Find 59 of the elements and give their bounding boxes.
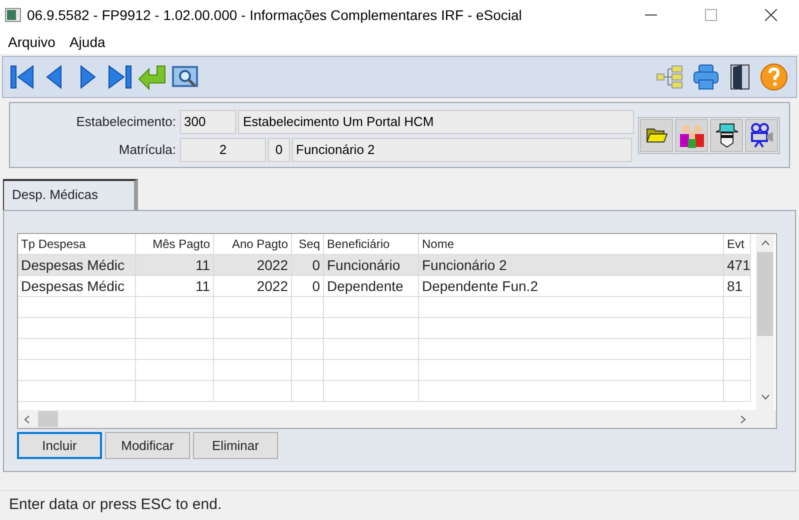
column-header: Seq (292, 234, 324, 254)
help-icon[interactable] (760, 63, 788, 91)
table-cell: 471 (724, 255, 751, 275)
field-label: Matrícula: (118, 140, 177, 159)
digit-field[interactable]: 0 (268, 138, 290, 162)
window-title: 06.9.5582 - FP9912 - 1.02.00.000 - Informações Complementares IRF - eSocial (27, 6, 522, 25)
name-field[interactable]: Estabelecimento Um Portal HCM (238, 110, 634, 134)
table-cell: Dependente Fun.2 (419, 276, 724, 296)
movie-camera-icon (748, 122, 774, 148)
camera-button[interactable] (745, 118, 778, 152)
menu-item[interactable]: Ajuda (69, 32, 106, 52)
tree-icon[interactable] (656, 65, 684, 89)
return-arrow-icon[interactable] (137, 63, 167, 91)
registration-field[interactable]: 2 (180, 138, 266, 162)
column-header: Nome (419, 234, 724, 254)
table-cell: Dependente (324, 276, 419, 296)
code-field[interactable]: 300 (180, 110, 236, 134)
scroll-up-icon[interactable] (760, 240, 770, 246)
table-cell: 11 (136, 255, 214, 275)
people-button[interactable] (675, 118, 708, 152)
scroll-thumb[interactable] (757, 252, 773, 336)
horizontal-scrollbar[interactable] (18, 410, 776, 428)
column-header: Tp Despesa (18, 234, 136, 254)
table-cell: Funcionário 2 (419, 255, 724, 275)
scroll-left-icon[interactable] (24, 414, 30, 424)
close-icon[interactable] (765, 9, 777, 21)
door-icon[interactable] (728, 63, 752, 91)
table-row[interactable]: Despesas Médic 11 2022 0 Dependente Dependente Fun.2 81 (18, 276, 751, 297)
table-cell: Despesas Médic (18, 276, 136, 296)
action-button[interactable]: Eliminar (193, 432, 278, 459)
table-row[interactable]: Despesas Médic 11 2022 0 Funcionário Funcionário 2 471 (18, 255, 751, 276)
table-cell: 0 (292, 276, 324, 296)
table-cell: 2022 (214, 276, 292, 296)
column-header: Ano Pagto (214, 234, 292, 254)
printer-icon[interactable] (692, 63, 720, 91)
scroll-down-icon[interactable] (760, 394, 770, 400)
agent-button[interactable] (710, 118, 743, 152)
tab[interactable]: Desp. Médicas (3, 179, 138, 210)
field-label: Estabelecimento: (75, 112, 177, 131)
name-field[interactable]: Funcionário 2 (292, 138, 632, 162)
action-button[interactable]: Incluir (17, 432, 102, 459)
vertical-scrollbar[interactable] (756, 234, 774, 410)
table-cell: 0 (292, 255, 324, 275)
table-cell: 11 (136, 276, 214, 296)
action-button[interactable]: Modificar (105, 432, 190, 459)
table-cell: Despesas Médic (18, 255, 136, 275)
table-cell: Funcionário (324, 255, 419, 275)
scroll-thumb[interactable] (38, 411, 58, 427)
status-text: Enter data or press ESC to end. (9, 495, 222, 516)
column-header: Mês Pagto (136, 234, 214, 254)
table-cell: 81 (724, 276, 751, 296)
scroll-right-icon[interactable] (740, 414, 746, 424)
folder-button[interactable] (640, 118, 673, 152)
column-header: Beneficiário (324, 234, 419, 254)
app-icon (5, 8, 21, 22)
table-cell: 2022 (214, 255, 292, 275)
menu-item[interactable]: Arquivo (8, 32, 56, 52)
column-header: Evt (724, 234, 751, 254)
folder-icon (646, 127, 668, 143)
